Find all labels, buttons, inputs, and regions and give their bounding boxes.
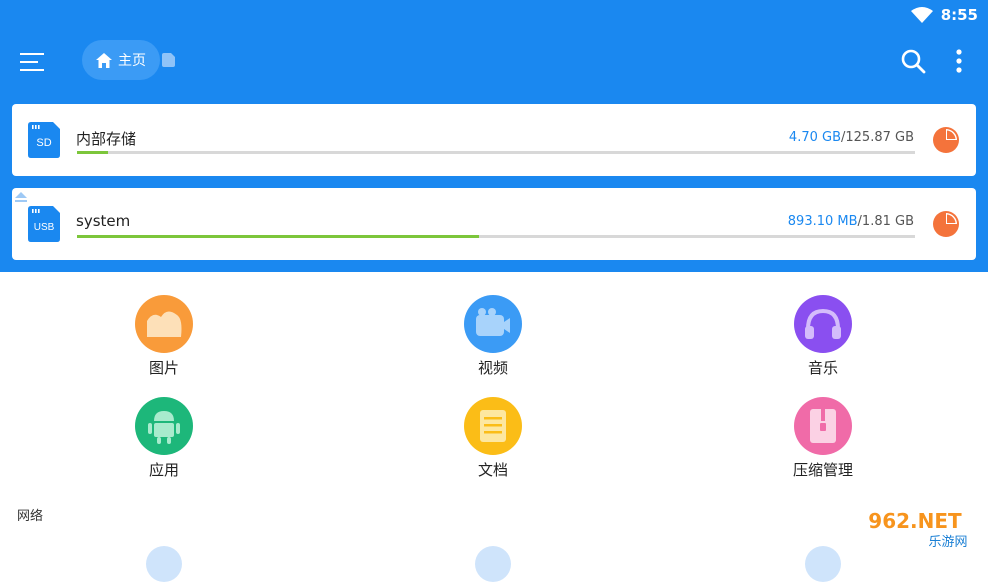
network-section-label: 网络 [17, 509, 44, 524]
network-item-icon[interactable] [146, 546, 182, 582]
category-apps[interactable]: 应用 [104, 397, 224, 480]
category-music[interactable]: 音乐 [763, 295, 883, 378]
top-panel: 8:55 主页 SD 内部存储 4.70 GB/125.87 GB USB sy… [0, 0, 988, 272]
android-icon [135, 397, 193, 455]
archive-icon [794, 397, 852, 455]
usb-badge-text: USB [34, 222, 55, 233]
search-icon[interactable] [900, 48, 926, 74]
storage-card-internal[interactable]: SD 内部存储 4.70 GB/125.87 GB [12, 104, 976, 176]
storage-pie-icon[interactable] [932, 126, 960, 154]
network-item-icon[interactable] [805, 546, 841, 582]
storage-pie-icon[interactable] [932, 210, 960, 238]
storage-used: 4.70 GB [788, 130, 841, 145]
storage-name: system [76, 212, 131, 230]
category-videos[interactable]: 视频 [433, 295, 553, 378]
breadcrumb-home-label: 主页 [118, 53, 146, 69]
sd-badge-text: SD [36, 137, 51, 149]
category-label: 应用 [148, 461, 179, 479]
app-bar: 主页 [0, 34, 988, 90]
more-vertical-icon[interactable] [950, 46, 968, 76]
video-icon [464, 295, 522, 353]
folder-tag-icon[interactable] [162, 53, 175, 67]
usb-icon: USB [28, 206, 60, 242]
category-archives[interactable]: 压缩管理 [763, 397, 883, 480]
hamburger-menu-icon[interactable] [18, 48, 46, 76]
network-item-icon[interactable] [475, 546, 511, 582]
storage-progress-bar [77, 151, 915, 154]
category-label: 音乐 [807, 359, 838, 377]
storage-progress-fill [77, 235, 480, 238]
storage-progress-bar [77, 235, 915, 238]
status-bar: 8:55 [910, 4, 978, 26]
category-label: 图片 [148, 359, 179, 377]
storage-name: 内部存储 [76, 130, 137, 148]
category-label: 文档 [477, 461, 508, 479]
document-icon [464, 397, 522, 455]
watermark-text-bottom: 乐游网 [928, 535, 967, 550]
storage-size: 893.10 MB/1.81 GB [788, 214, 914, 229]
watermark-logo: 962.NET 乐游网 [848, 506, 982, 550]
storage-progress-fill [77, 151, 108, 154]
image-icon [135, 295, 193, 353]
storage-total: /125.87 GB [841, 130, 914, 145]
clock: 8:55 [940, 6, 978, 24]
category-images[interactable]: 图片 [104, 295, 224, 378]
storage-card-system[interactable]: USB system 893.10 MB/1.81 GB [12, 188, 976, 260]
breadcrumb-home[interactable]: 主页 [82, 40, 160, 80]
headphones-icon [794, 295, 852, 353]
wifi-icon [910, 7, 933, 23]
category-label: 压缩管理 [792, 461, 853, 479]
watermark-text-top: 962.NET [868, 509, 962, 533]
storage-used: 893.10 MB [787, 214, 858, 229]
storage-size: 4.70 GB/125.87 GB [789, 130, 914, 145]
eject-icon[interactable] [15, 192, 27, 202]
sd-card-icon: SD [28, 122, 60, 158]
storage-total: /1.81 GB [857, 214, 914, 229]
category-label: 视频 [477, 359, 508, 377]
category-documents[interactable]: 文档 [433, 397, 553, 480]
home-icon [96, 52, 112, 68]
